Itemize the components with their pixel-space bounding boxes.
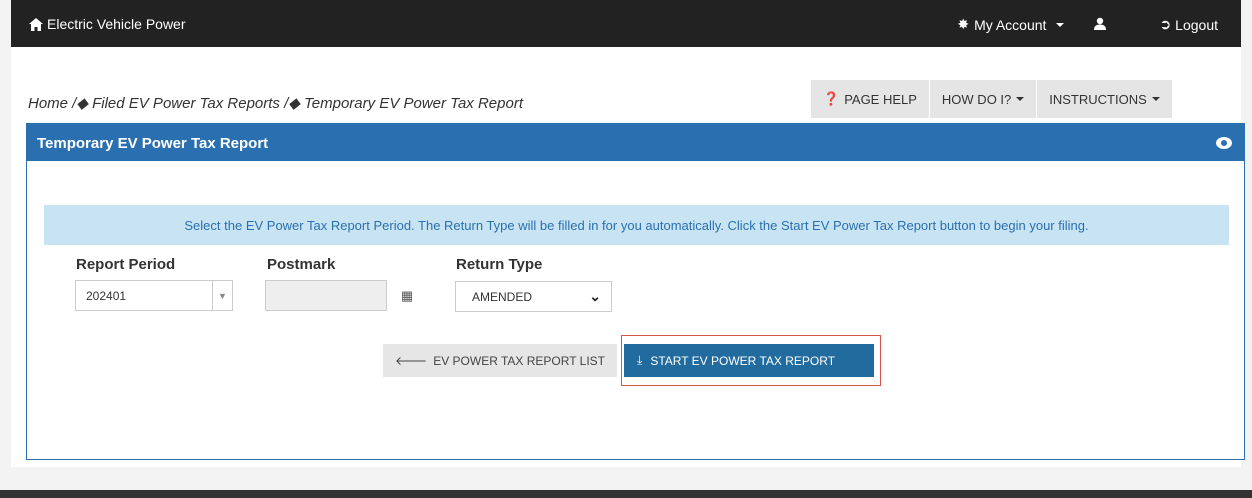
return-type-value: AMENDED [472,289,533,304]
brand-link[interactable]: Electric Vehicle Power [29,16,186,32]
breadcrumb-current: Temporary EV Power Tax Report [304,95,523,112]
start-report-label: START EV POWER TAX REPORT [650,353,836,368]
user-icon[interactable] [1094,17,1107,33]
breadcrumb-filed-reports[interactable]: Filed EV Power Tax Reports / [92,95,288,112]
home-icon [29,17,43,31]
chevron-down-icon: ⌄ [589,288,601,304]
help-toolbar: ❓ PAGE HELP HOW DO I? INSTRUCTIONS [811,80,1173,118]
page-content: Home /◆ Filed EV Power Tax Reports /◆ Te… [11,47,1245,467]
instructions-dropdown[interactable]: INSTRUCTIONS [1037,80,1173,118]
chevron-down-icon [1016,97,1025,101]
logout-icon: ➲ [1159,16,1172,32]
top-navbar: Electric Vehicle Power ✸ My Account ➲ Lo… [11,0,1241,47]
page-help-button[interactable]: ❓ PAGE HELP [811,80,930,118]
eye-icon[interactable] [1216,137,1232,149]
logout-link[interactable]: ➲ Logout [1159,16,1218,33]
report-period-value: 202401 [86,288,127,303]
page-help-label: PAGE HELP [844,91,917,107]
gear-icon: ✸ [957,16,970,32]
start-report-button[interactable]: ⤓ START EV POWER TAX REPORT [624,344,874,377]
how-do-i-label: HOW DO I? [941,91,1012,107]
panel-title: Temporary EV Power Tax Report [37,135,269,152]
logout-label: Logout [1175,16,1218,33]
brand-label: Electric Vehicle Power [47,16,186,32]
postmark-input[interactable] [265,280,387,311]
report-period-select[interactable]: 202401 ▼ [75,280,233,311]
placeholder-glyph: ◆ [76,95,88,112]
my-account-label: My Account [974,16,1047,33]
arrow-left-icon: 🡐 [395,354,428,368]
panel-header: Temporary EV Power Tax Report [27,124,1244,161]
return-type-label: Return Type [456,256,543,273]
calendar-icon[interactable]: ▦ [391,280,423,311]
return-type-select[interactable]: AMENDED ⌄ [455,281,612,312]
instructions-label: INSTRUCTIONS [1049,91,1147,107]
breadcrumb-home[interactable]: Home / [28,95,76,112]
postmark-label: Postmark [267,256,336,273]
my-account-dropdown[interactable]: ✸ My Account [957,16,1065,33]
chevron-down-icon [1056,22,1065,27]
chevron-down-icon [1151,97,1160,101]
report-list-button[interactable]: 🡐 EV POWER TAX REPORT LIST [383,344,618,377]
report-panel: Temporary EV Power Tax Report Select the… [26,123,1245,460]
breadcrumb: Home /◆ Filed EV Power Tax Reports /◆ Te… [28,94,523,112]
placeholder-glyph: ◆ [288,95,300,112]
question-circle-icon: ❓ [823,91,840,106]
report-list-label: EV POWER TAX REPORT LIST [433,353,606,368]
info-alert: Select the EV Power Tax Report Period. T… [44,205,1229,245]
download-icon: ⤓ [637,353,643,367]
report-period-label: Report Period [76,256,176,273]
chevron-down-icon: ▼ [212,281,232,310]
how-do-i-dropdown[interactable]: HOW DO I? [929,80,1038,118]
footer-bar [0,490,1252,498]
